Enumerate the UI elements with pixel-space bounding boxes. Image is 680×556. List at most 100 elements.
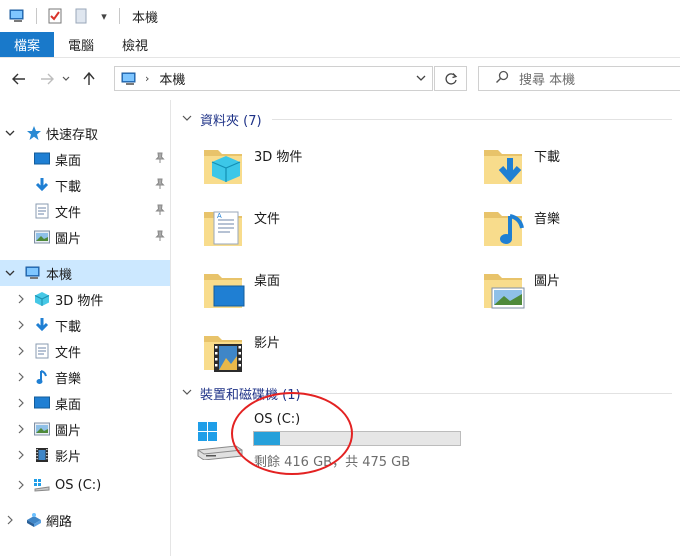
pin-icon[interactable] xyxy=(155,204,165,219)
nav-label: 下載 xyxy=(55,319,82,335)
devices-group-header[interactable]: 裝置和磁碟機 (1) xyxy=(172,382,680,404)
nav-item-music[interactable]: 音樂 xyxy=(0,364,170,390)
folder-label: 圖片 xyxy=(534,274,561,289)
nav-label: 音樂 xyxy=(55,371,82,387)
breadcrumb-location[interactable]: 本機 xyxy=(159,69,185,88)
forward-button[interactable] xyxy=(36,68,58,90)
music-icon xyxy=(33,368,51,386)
content-pane: 資料夾 (7) 3D 物件 下載 A 文件 音樂 桌面 圖片 影片 裝置和磁碟機… xyxy=(172,100,680,556)
desktop-icon xyxy=(33,150,51,168)
expand-chevron-icon[interactable] xyxy=(15,372,27,382)
documents-icon xyxy=(33,342,51,360)
folder-tile[interactable]: 音樂 xyxy=(452,198,680,254)
desktop-icon xyxy=(33,394,51,412)
pin-icon[interactable] xyxy=(155,230,165,245)
new-folder-icon[interactable] xyxy=(71,6,91,26)
folder-label: 音樂 xyxy=(534,212,561,227)
nav-label: 3D 物件 xyxy=(55,293,104,309)
downloads-folder-icon xyxy=(480,140,528,188)
tab-computer[interactable]: 電腦 xyxy=(54,32,108,57)
nav-label: 網路 xyxy=(46,514,73,530)
nav-this-pc[interactable]: 本機 xyxy=(0,260,170,286)
folder-tile[interactable]: 桌面 xyxy=(172,260,412,316)
collapse-chevron-icon[interactable] xyxy=(182,388,194,399)
this-pc-icon[interactable] xyxy=(8,6,28,26)
nav-item-pictures[interactable]: 圖片 xyxy=(0,224,170,250)
expand-chevron-icon[interactable] xyxy=(15,424,27,434)
search-box[interactable]: 搜尋 本機 xyxy=(478,66,680,91)
this-pc-icon xyxy=(25,264,43,282)
nav-item-pictures[interactable]: 圖片 xyxy=(0,416,170,442)
nav-item-3d-objects[interactable]: 3D 物件 xyxy=(0,286,170,312)
nav-label: 本機 xyxy=(46,267,73,283)
folder-tile[interactable]: 影片 xyxy=(172,322,412,378)
nav-item-documents[interactable]: 文件 xyxy=(0,198,170,224)
pin-icon[interactable] xyxy=(155,178,165,193)
star-icon xyxy=(25,124,43,142)
customize-toolbar-dropdown-icon[interactable]: ▾ xyxy=(97,6,111,26)
expand-chevron-icon[interactable] xyxy=(15,346,27,356)
3d-objects-icon xyxy=(33,290,51,308)
expand-chevron-icon[interactable] xyxy=(15,480,27,490)
up-button[interactable] xyxy=(78,68,100,90)
nav-item-os-drive[interactable]: OS (C:) xyxy=(0,472,170,498)
tab-view[interactable]: 檢視 xyxy=(108,32,162,57)
drive-icon xyxy=(33,476,51,494)
address-dropdown-icon[interactable] xyxy=(416,71,426,88)
properties-icon[interactable] xyxy=(45,6,65,26)
nav-label: 快速存取 xyxy=(46,127,99,143)
folders-group-header[interactable]: 資料夾 (7) xyxy=(172,108,680,130)
recent-locations-button[interactable] xyxy=(60,68,72,90)
nav-network[interactable]: 網路 xyxy=(0,507,170,533)
title-bar: ▾ 本機 xyxy=(0,0,680,32)
navigation-pane: 快速存取 桌面 下載 文件 圖片 本機 3D 物件 下載 文件 音樂 桌面 圖片… xyxy=(0,100,171,556)
nav-item-downloads[interactable]: 下載 xyxy=(0,312,170,338)
expand-chevron-icon[interactable] xyxy=(4,515,16,525)
collapse-chevron-icon[interactable] xyxy=(4,129,16,137)
folder-label: 3D 物件 xyxy=(254,150,303,165)
nav-label: 圖片 xyxy=(55,231,82,247)
this-pc-icon xyxy=(121,72,139,86)
pictures-icon xyxy=(33,228,51,246)
breadcrumb-separator[interactable]: › xyxy=(145,72,149,85)
refresh-button[interactable] xyxy=(434,66,467,91)
videos-folder-icon xyxy=(200,326,248,374)
nav-item-downloads[interactable]: 下載 xyxy=(0,172,170,198)
back-button[interactable] xyxy=(8,68,30,90)
expand-chevron-icon[interactable] xyxy=(15,450,27,460)
title-separator xyxy=(119,8,120,24)
nav-label: 文件 xyxy=(55,345,82,361)
folder-label: 文件 xyxy=(254,212,281,227)
folder-tile[interactable]: 圖片 xyxy=(452,260,680,316)
window-title: 本機 xyxy=(132,10,159,26)
expand-chevron-icon[interactable] xyxy=(15,398,27,408)
pictures-icon xyxy=(33,420,51,438)
collapse-chevron-icon[interactable] xyxy=(4,269,16,277)
address-bar[interactable]: › 本機 xyxy=(114,66,433,91)
ribbon-tabs: 檔案 電腦 檢視 xyxy=(0,32,680,58)
downloads-icon xyxy=(33,176,51,194)
nav-item-documents[interactable]: 文件 xyxy=(0,338,170,364)
collapse-chevron-icon[interactable] xyxy=(182,114,194,125)
downloads-icon xyxy=(33,316,51,334)
nav-item-videos[interactable]: 影片 xyxy=(0,442,170,468)
pin-icon[interactable] xyxy=(155,152,165,167)
folder-tile[interactable]: A 文件 xyxy=(172,198,412,254)
documents-folder-icon: A xyxy=(200,202,248,250)
group-title: 資料夾 (7) xyxy=(200,113,262,129)
nav-quick-access[interactable]: 快速存取 xyxy=(0,120,170,146)
tab-file[interactable]: 檔案 xyxy=(0,32,55,57)
folder-tile[interactable]: 下載 xyxy=(452,136,680,192)
svg-text:A: A xyxy=(217,213,222,220)
desktop-folder-icon xyxy=(200,264,248,312)
nav-label: 桌面 xyxy=(55,153,82,169)
expand-chevron-icon[interactable] xyxy=(15,294,27,304)
folder-label: 下載 xyxy=(534,150,561,165)
nav-label: 下載 xyxy=(55,179,82,195)
nav-item-desktop[interactable]: 桌面 xyxy=(0,390,170,416)
folder-label: 影片 xyxy=(254,336,281,351)
nav-label: 圖片 xyxy=(55,423,82,439)
folder-tile[interactable]: 3D 物件 xyxy=(172,136,412,192)
nav-item-desktop[interactable]: 桌面 xyxy=(0,146,170,172)
expand-chevron-icon[interactable] xyxy=(15,320,27,330)
